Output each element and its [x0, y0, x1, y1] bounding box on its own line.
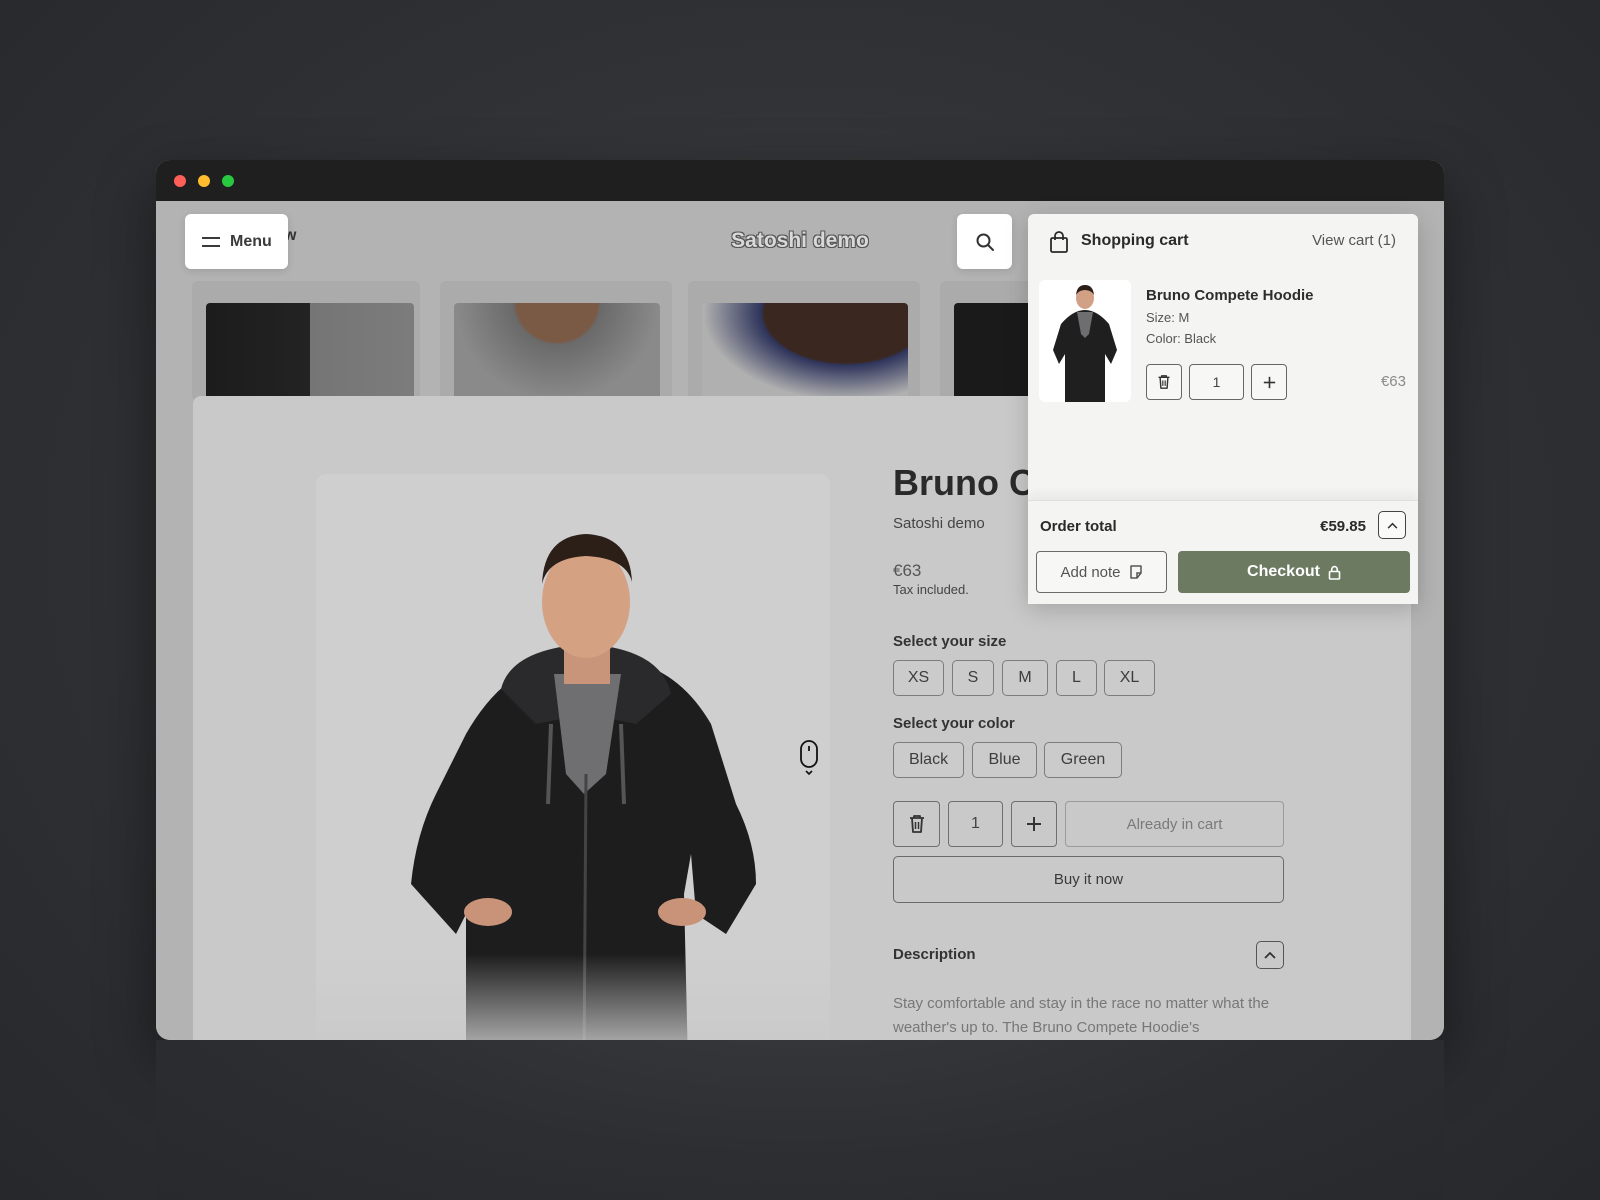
color-label: Select your color	[893, 715, 1015, 732]
cart-item-hoodie-image	[1053, 285, 1117, 402]
color-option-black[interactable]: Black	[893, 742, 964, 778]
quantity-increase-button[interactable]	[1011, 801, 1057, 847]
product-vendor: Satoshi demo	[893, 515, 985, 532]
chevron-up-icon	[1264, 951, 1276, 959]
lock-icon	[1328, 565, 1341, 580]
chevron-up-icon	[1387, 522, 1397, 529]
product-main-image[interactable]	[316, 474, 830, 1040]
description-toggle-button[interactable]	[1256, 941, 1284, 969]
shopping-bag-icon	[1050, 231, 1068, 253]
cart-item-name[interactable]: Bruno Compete Hoodie	[1146, 287, 1314, 304]
maximize-window-button[interactable]	[222, 175, 234, 187]
window-titlebar	[156, 160, 1444, 201]
order-total-label: Order total	[1040, 518, 1117, 535]
description-text: Stay comfortable and stay in the race no…	[893, 995, 1270, 1036]
tax-note: Tax included.	[893, 582, 969, 597]
cart-footer: Order total €59.85 Add note Checkout	[1028, 500, 1418, 604]
scroll-mouse-icon	[799, 740, 819, 783]
plus-icon	[1263, 376, 1275, 388]
quantity-input[interactable]: 1	[948, 801, 1003, 847]
cart-item-increase-button[interactable]	[1251, 364, 1287, 400]
quantity-remove-button[interactable]	[893, 801, 940, 847]
product-price: €63	[893, 561, 922, 580]
order-total-value: €59.85	[1320, 518, 1366, 535]
cart-item-size: Size: M	[1146, 310, 1190, 325]
trash-icon	[909, 815, 924, 833]
size-option-m[interactable]: M	[1002, 660, 1048, 696]
already-in-cart-button[interactable]: Already in cart	[1065, 801, 1284, 847]
plus-icon	[1027, 817, 1041, 831]
checkout-button[interactable]: Checkout	[1178, 551, 1410, 593]
size-option-xs[interactable]: XS	[893, 660, 944, 696]
checkout-label: Checkout	[1247, 563, 1320, 580]
size-option-s[interactable]: S	[952, 660, 994, 696]
cart-item-color: Color: Black	[1146, 331, 1217, 346]
note-icon	[1129, 565, 1142, 579]
shopping-cart-drawer: Shopping cart View cart (1) Bruno Compet…	[1028, 214, 1418, 604]
trash-icon	[1158, 375, 1170, 389]
minimize-window-button[interactable]	[198, 175, 210, 187]
close-window-button[interactable]	[174, 175, 186, 187]
cart-item-remove-button[interactable]	[1146, 364, 1182, 400]
cart-item-price: €63	[1380, 373, 1406, 390]
order-total-toggle-button[interactable]	[1378, 511, 1406, 539]
buy-it-now-button[interactable]: Buy it now	[893, 856, 1284, 903]
size-label: Select your size	[893, 633, 1007, 650]
page-background-below-window	[156, 1040, 1444, 1200]
cart-item-image[interactable]	[1039, 280, 1131, 402]
size-option-xl[interactable]: XL	[1104, 660, 1155, 696]
add-note-label: Add note	[1060, 563, 1121, 581]
size-option-l[interactable]: L	[1056, 660, 1097, 696]
view-cart-link[interactable]: View cart (1)	[1312, 232, 1396, 249]
color-option-green[interactable]: Green	[1044, 742, 1122, 778]
description-heading: Description	[893, 946, 976, 963]
cart-title: Shopping cart	[1081, 232, 1189, 249]
cart-item-quantity-input[interactable]: 1	[1189, 364, 1244, 400]
color-option-blue[interactable]: Blue	[972, 742, 1037, 778]
image-fade-overlay	[316, 954, 830, 1040]
add-note-button[interactable]: Add note	[1036, 551, 1167, 593]
